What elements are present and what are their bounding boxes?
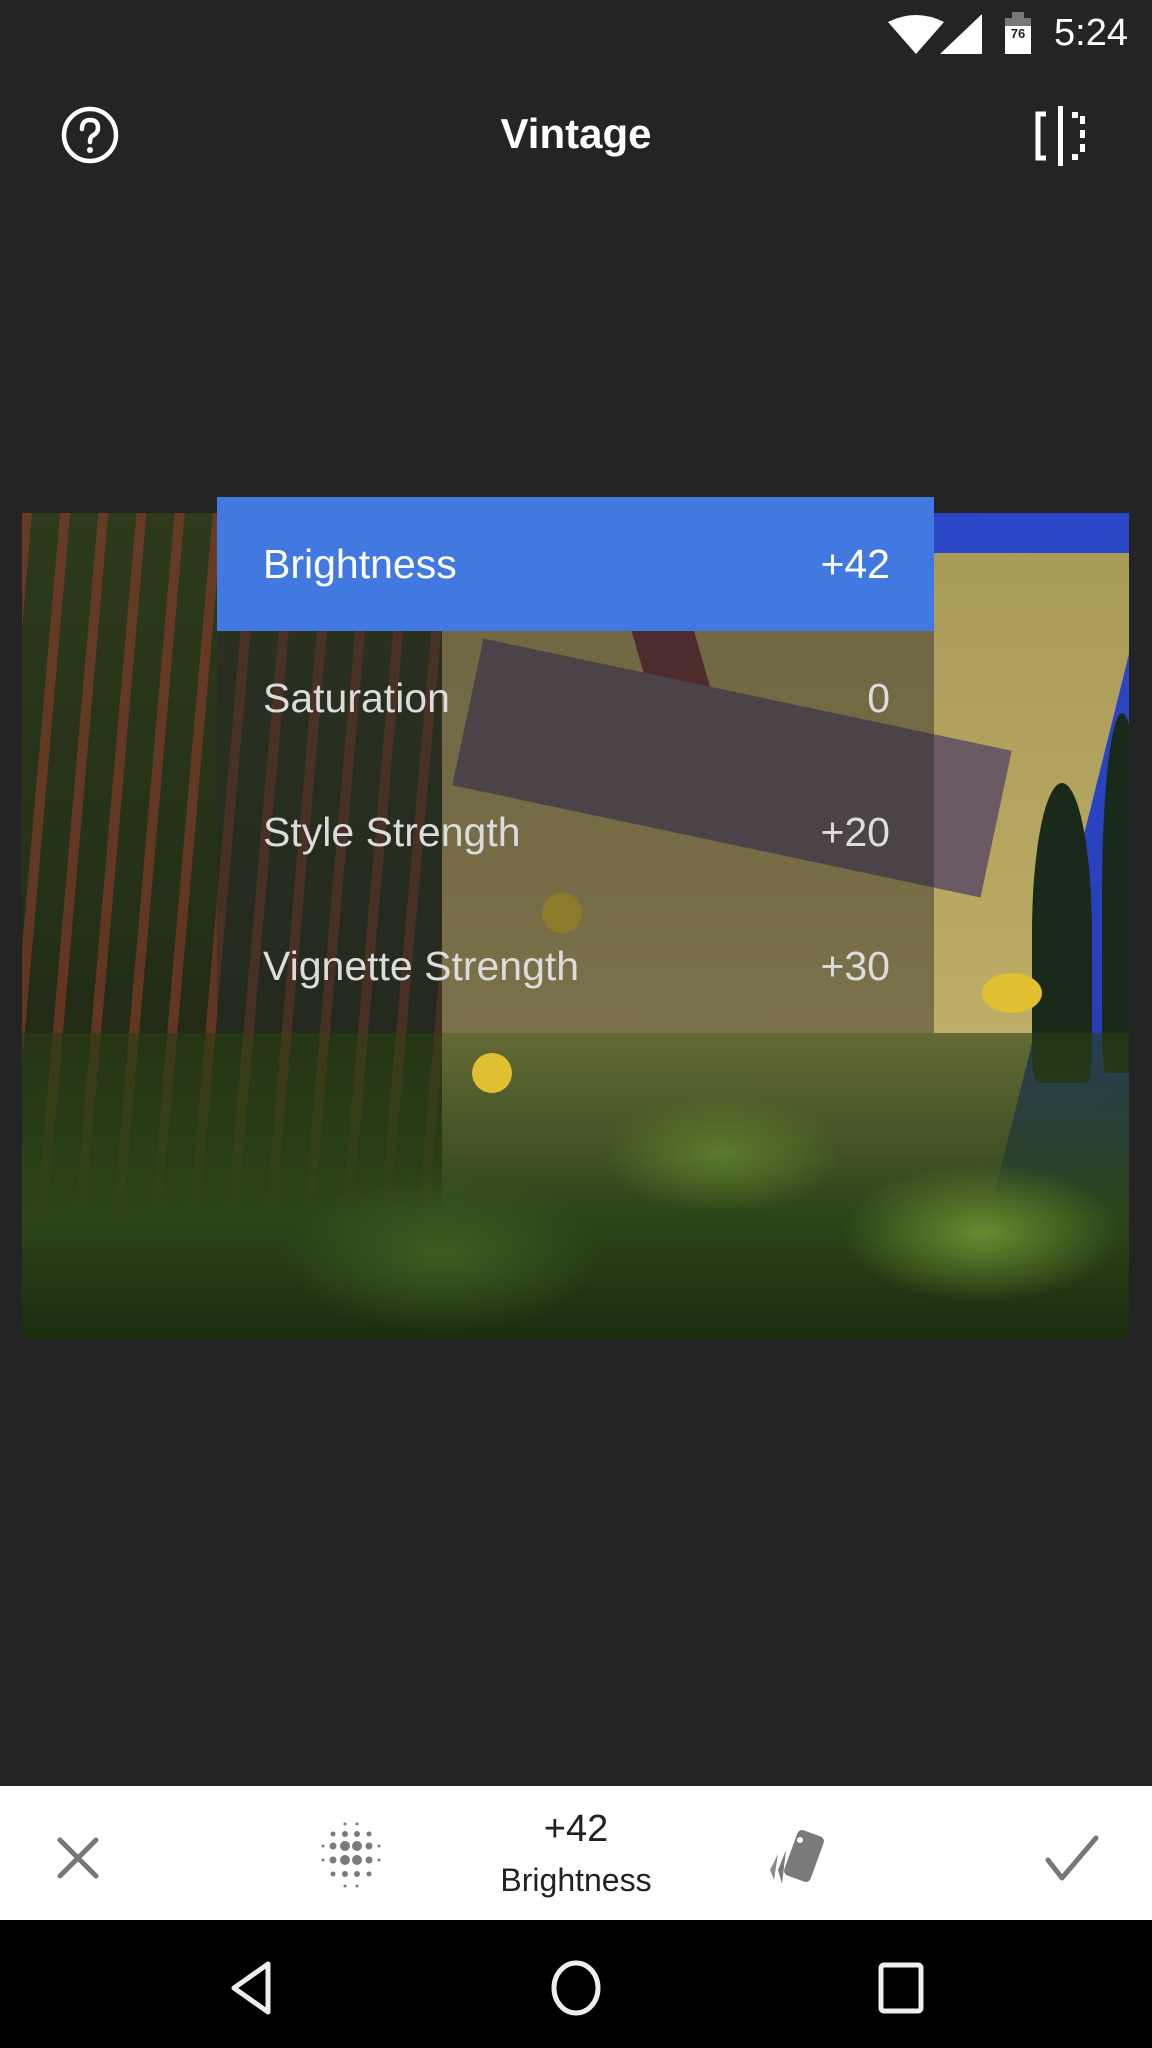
battery-level: 76 [1010, 26, 1026, 41]
style-cards-icon[interactable] [768, 1826, 830, 1888]
compare-split-icon[interactable] [1032, 104, 1092, 168]
menu-item-value: 0 [867, 674, 890, 721]
menu-item-vignette-strength[interactable]: Vignette Strength +30 [217, 899, 934, 1033]
menu-item-brightness[interactable]: Brightness +42 [217, 497, 934, 631]
menu-item-label: Brightness [263, 540, 457, 587]
menu-item-value: +30 [820, 942, 890, 989]
menu-item-label: Saturation [263, 674, 450, 721]
back-icon[interactable] [228, 1960, 276, 2016]
wifi-icon [888, 15, 944, 54]
clock: 5:24 [1054, 12, 1128, 54]
photo-tree [1102, 713, 1129, 1073]
adjust-parameter-label: Brightness [500, 1862, 652, 1898]
status-bar: 76 5:24 [0, 0, 1152, 72]
menu-item-value: +42 [820, 540, 890, 587]
cellular-signal-icon [940, 14, 982, 54]
photo-plants-bottom [22, 1033, 1129, 1340]
battery-icon: 76 [1005, 12, 1031, 54]
adjust-value-readout: +42 [543, 1808, 609, 1850]
checkmark-icon[interactable] [1044, 1832, 1100, 1884]
recents-icon[interactable] [878, 1962, 924, 2014]
menu-item-label: Style Strength [263, 808, 521, 855]
bottom-toolbar [0, 1786, 1152, 1920]
menu-item-saturation[interactable]: Saturation 0 [217, 631, 934, 765]
photo-flower [982, 973, 1042, 1013]
home-icon[interactable] [550, 1958, 602, 2018]
menu-item-value: +20 [820, 808, 890, 855]
photo-flower [472, 1053, 512, 1093]
adjust-menu: Brightness +42 Saturation 0 Style Streng… [217, 497, 934, 1033]
menu-item-style-strength[interactable]: Style Strength +20 [217, 765, 934, 899]
menu-item-label: Vignette Strength [263, 942, 580, 989]
page-title: Vintage [500, 110, 652, 157]
